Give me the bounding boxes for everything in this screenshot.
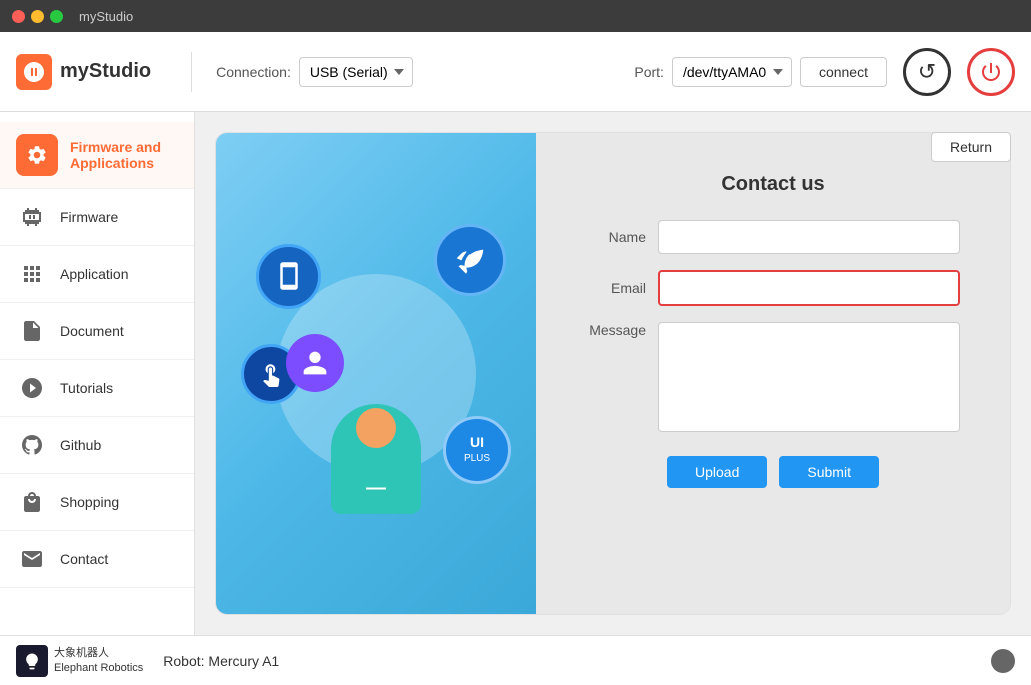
email-label: Email xyxy=(586,280,646,296)
elephant-robotics-logo xyxy=(16,645,48,677)
header: myStudio Connection: USB (Serial) Blueto… xyxy=(0,32,1031,112)
submit-button[interactable]: Submit xyxy=(779,456,879,488)
body-area: Firmware and Applications Firmware xyxy=(0,112,1031,635)
footer-robot-info: Robot: Mercury A1 xyxy=(163,653,279,669)
return-button[interactable]: Return xyxy=(931,132,1011,162)
sidebar-label-firmware-and-applications: Firmware and Applications xyxy=(70,139,178,171)
connection-select[interactable]: USB (Serial) Bluetooth WiFi xyxy=(299,57,413,87)
github-icon xyxy=(16,429,48,461)
footer-status-indicator xyxy=(991,649,1015,673)
sidebar-item-github[interactable]: Github xyxy=(0,417,194,474)
sidebar-label-github: Github xyxy=(60,437,101,453)
doc-icon xyxy=(16,315,48,347)
footer-logo: 大象机器人Elephant Robotics xyxy=(16,645,143,677)
name-label: Name xyxy=(586,229,646,245)
sidebar-label-contact: Contact xyxy=(60,551,108,567)
port-area: Port: /dev/ttyAMA0 /dev/ttyUSB0 connect … xyxy=(634,48,1015,96)
window-controls[interactable] xyxy=(12,10,63,23)
sidebar-label-tutorials: Tutorials xyxy=(60,380,113,396)
bag-icon xyxy=(16,486,48,518)
logo-area: myStudio xyxy=(16,54,151,90)
main-content: Return — xyxy=(195,112,1031,635)
sidebar-item-contact[interactable]: Contact xyxy=(0,531,194,588)
envelope-icon xyxy=(16,543,48,575)
title-bar: myStudio xyxy=(0,0,1031,32)
app-container: myStudio Connection: USB (Serial) Blueto… xyxy=(0,32,1031,685)
sidebar-item-tutorials[interactable]: Tutorials xyxy=(0,360,194,417)
message-group: Message xyxy=(586,322,960,432)
footer: 大象机器人Elephant Robotics Robot: Mercury A1 xyxy=(0,635,1031,685)
power-icon xyxy=(979,60,1003,84)
logo-icon xyxy=(16,54,52,90)
connection-area: Connection: USB (Serial) Bluetooth WiFi xyxy=(216,57,413,87)
grid-icon xyxy=(16,258,48,290)
footer-logo-text: 大象机器人Elephant Robotics xyxy=(54,646,143,675)
sidebar-item-firmware-and-applications[interactable]: Firmware and Applications xyxy=(0,122,194,189)
message-textarea[interactable] xyxy=(658,322,960,432)
email-group: Email xyxy=(586,270,960,306)
chip-icon xyxy=(16,201,48,233)
email-input[interactable] xyxy=(658,270,960,306)
contact-form-area: Contact us Name Email Message Up xyxy=(536,133,1010,614)
sidebar-item-firmware[interactable]: Firmware xyxy=(0,189,194,246)
refresh-icon: ↺ xyxy=(918,59,936,85)
form-buttons: Upload Submit xyxy=(586,456,960,488)
sidebar-label-shopping: Shopping xyxy=(60,494,119,510)
sidebar-item-application[interactable]: Application xyxy=(0,246,194,303)
power-button[interactable] xyxy=(967,48,1015,96)
connect-button[interactable]: connect xyxy=(800,57,887,87)
message-label: Message xyxy=(586,322,646,338)
sidebar-item-shopping[interactable]: Shopping xyxy=(0,474,194,531)
port-select[interactable]: /dev/ttyAMA0 /dev/ttyUSB0 xyxy=(672,57,792,87)
minimize-button[interactable] xyxy=(31,10,44,23)
close-button[interactable] xyxy=(12,10,25,23)
name-group: Name xyxy=(586,220,960,254)
connection-label: Connection: xyxy=(216,64,291,80)
gear-icon xyxy=(26,144,48,166)
app-name: myStudio xyxy=(60,60,151,83)
sidebar-active-icon-bg xyxy=(16,134,58,176)
maximize-button[interactable] xyxy=(50,10,63,23)
sidebar-item-document[interactable]: Document xyxy=(0,303,194,360)
upload-button[interactable]: Upload xyxy=(667,456,767,488)
name-input[interactable] xyxy=(658,220,960,254)
sidebar: Firmware and Applications Firmware xyxy=(0,112,195,635)
port-label: Port: xyxy=(634,64,664,80)
window-title: myStudio xyxy=(79,9,133,24)
form-title: Contact us xyxy=(586,173,960,196)
sidebar-label-application: Application xyxy=(60,266,129,282)
sidebar-label-firmware: Firmware xyxy=(60,209,118,225)
illustration-area: — xyxy=(216,133,536,614)
sidebar-label-document: Document xyxy=(60,323,124,339)
play-icon xyxy=(16,372,48,404)
header-divider xyxy=(191,52,192,92)
refresh-button[interactable]: ↺ xyxy=(903,48,951,96)
contact-card: — xyxy=(215,132,1011,615)
